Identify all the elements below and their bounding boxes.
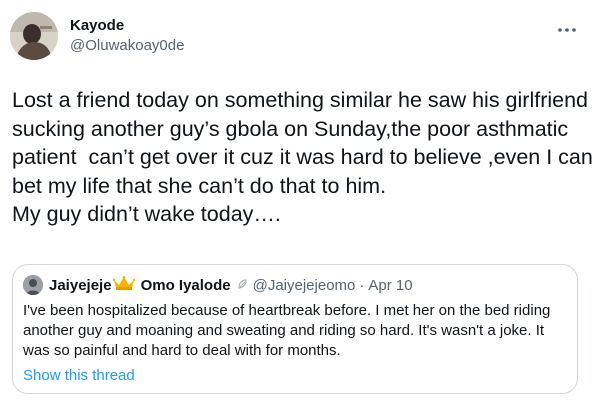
quoted-tweet-date[interactable]: Apr 10 [368, 277, 412, 294]
quoted-tweet[interactable]: Jaiyejeje Omo Iyalode @Jaiyejejeomo · Ap… [12, 264, 578, 394]
tweet-text: Lost a friend today on something similar… [12, 88, 593, 226]
separator-dot: · [359, 276, 365, 294]
quoted-author-avatar[interactable] [23, 275, 43, 295]
quoted-tweet-header: Jaiyejeje Omo Iyalode @Jaiyejejeomo · Ap… [23, 275, 413, 295]
quoted-tweet-text: I've been hospitalized because of heartb… [23, 302, 551, 359]
crown-emoji-icon [112, 276, 135, 294]
tweet-card: Kayode @Oluwakoay0de Lost a friend today… [0, 0, 603, 412]
quoted-author-name-suffix[interactable]: Omo Iyalode [141, 277, 231, 294]
more-dots-icon[interactable] [555, 20, 579, 40]
author-display-name[interactable]: Kayode [70, 16, 184, 36]
quoted-author-name[interactable]: Jaiyejeje [49, 277, 112, 294]
author-name-block: Kayode @Oluwakoay0de [70, 16, 184, 56]
small-emoji-icon [237, 277, 249, 294]
author-handle[interactable]: @Oluwakoay0de [70, 36, 184, 56]
author-avatar[interactable] [10, 12, 58, 60]
quoted-author-handle[interactable]: @Jaiyejejeomo [253, 277, 356, 294]
show-thread-link[interactable]: Show this thread [23, 366, 135, 386]
